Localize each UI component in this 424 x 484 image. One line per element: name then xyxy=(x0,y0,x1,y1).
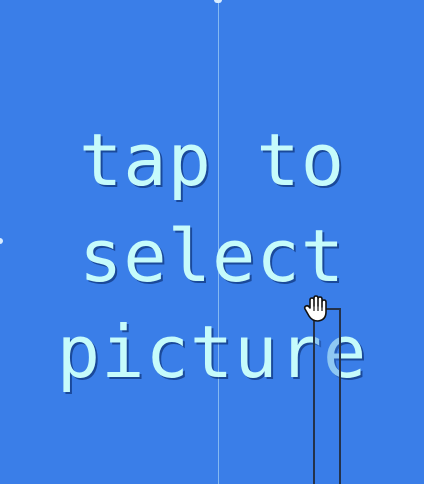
hand-pointer-icon xyxy=(302,294,330,324)
prompt-line-3: picture xyxy=(56,310,368,394)
prompt-line-1: tap to xyxy=(78,118,346,202)
tap-to-select-picture-prompt[interactable]: tap to select picture xyxy=(0,112,424,400)
prompt-line-2: select xyxy=(78,214,346,298)
top-edge-marker xyxy=(214,0,222,3)
picture-select-screen[interactable]: tap to select picture xyxy=(0,0,424,484)
scrollbar-handle[interactable] xyxy=(313,308,341,484)
